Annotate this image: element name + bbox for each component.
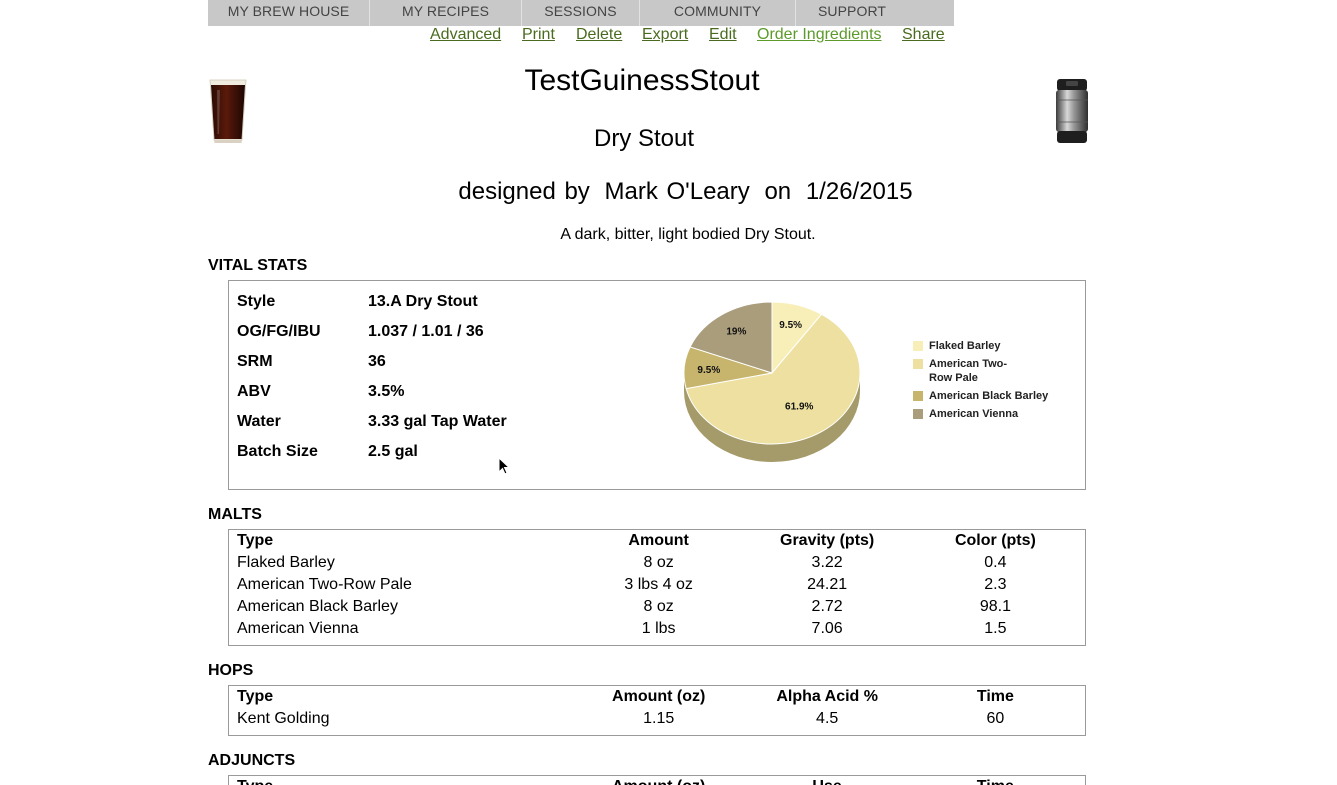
hops-heading: HOPS bbox=[208, 662, 254, 679]
hops-panel: Type Amount (oz) Alpha Acid % Time Kent … bbox=[228, 685, 1086, 736]
cell-type: Flaked Barley bbox=[237, 554, 335, 571]
design-date: 1/26/2015 bbox=[805, 178, 913, 205]
edit-link[interactable]: Edit bbox=[709, 26, 737, 44]
col-header-amount: Amount (oz) bbox=[612, 688, 706, 705]
table-header-row: Type Amount Gravity (pts) Color (pts) bbox=[237, 530, 1079, 552]
vital-stats-heading: VITAL STATS bbox=[208, 257, 308, 274]
cell-type: American Black Barley bbox=[237, 598, 398, 615]
pie-slice-label: 19% bbox=[726, 327, 746, 338]
stat-value: 3.5% bbox=[368, 383, 405, 400]
cell-gravity: 7.06 bbox=[811, 620, 843, 637]
cell-gravity: 3.22 bbox=[811, 554, 843, 571]
export-link[interactable]: Export bbox=[642, 26, 688, 44]
col-header-time: Time bbox=[976, 688, 1014, 705]
stat-value: 36 bbox=[368, 353, 386, 370]
pie-slice-label: 9.5% bbox=[697, 365, 720, 376]
recipe-actions: Advanced Print Delete Export Edit Order … bbox=[0, 26, 1337, 46]
cell-gravity: 2.72 bbox=[811, 598, 843, 615]
cell-alpha-acid: 4.5 bbox=[816, 710, 839, 727]
cell-amount: 8 oz bbox=[643, 598, 674, 615]
col-header-use: Use bbox=[743, 776, 912, 785]
col-header-amount: Amount (oz) bbox=[575, 776, 743, 785]
legend-swatch bbox=[913, 409, 923, 419]
col-header-type: Type bbox=[237, 776, 575, 785]
table-row: American Black Barley 8 oz 2.72 98.1 bbox=[237, 596, 1079, 618]
designed-by-line: designed by Mark O'Leary on 1/26/2015 bbox=[0, 178, 1337, 206]
cell-color: 1.5 bbox=[984, 620, 1007, 637]
table-row: Flaked Barley 8 oz 3.22 0.4 bbox=[237, 552, 1079, 574]
cell-color: 2.3 bbox=[984, 576, 1007, 593]
table-header-row: Type Amount (oz) Use Time bbox=[237, 776, 1079, 785]
stat-label: SRM bbox=[237, 353, 273, 370]
stat-label: Batch Size bbox=[237, 443, 318, 460]
recipe-style: Dry Stout bbox=[593, 125, 695, 152]
legend-label: American Two-Row Pale bbox=[929, 358, 1008, 384]
stat-label: OG/FG/IBU bbox=[237, 323, 321, 340]
col-header-type: Type bbox=[237, 688, 274, 705]
grain-bill-pie-chart: 9.5% 61.9% 9.5% 19% bbox=[683, 301, 861, 462]
nav-support[interactable]: SUPPORT bbox=[796, 0, 908, 26]
col-header-alpha-acid: Alpha Acid % bbox=[776, 688, 878, 705]
cell-amount: 1.15 bbox=[643, 710, 675, 727]
delete-link[interactable]: Delete bbox=[576, 26, 622, 44]
legend-swatch bbox=[913, 391, 923, 401]
mouse-cursor-icon bbox=[498, 457, 510, 475]
cell-gravity: 24.21 bbox=[807, 576, 848, 593]
share-link[interactable]: Share bbox=[902, 26, 945, 44]
stat-value: 2.5 gal bbox=[368, 443, 418, 460]
malts-heading: MALTS bbox=[208, 506, 262, 523]
cell-amount: 3 lbs 4 oz bbox=[624, 576, 693, 593]
table-row: American Two-Row Pale 3 lbs 4 oz 24.21 2… bbox=[237, 574, 1079, 596]
pie-slice-label: 61.9% bbox=[785, 401, 813, 412]
legend-swatch bbox=[913, 359, 923, 369]
top-nav: MY BREW HOUSE MY RECIPES SESSIONS COMMUN… bbox=[208, 0, 954, 26]
advanced-link[interactable]: Advanced bbox=[430, 26, 501, 44]
pie-slice-label: 9.5% bbox=[779, 320, 802, 331]
stat-label: ABV bbox=[237, 383, 271, 400]
cell-type: American Vienna bbox=[237, 620, 359, 637]
stat-value: 1.037 / 1.01 / 36 bbox=[368, 323, 484, 340]
col-header-color: Color (pts) bbox=[954, 532, 1036, 549]
legend-label: American Vienna bbox=[929, 408, 1019, 420]
recipe-title: TestGuinessStout bbox=[524, 64, 760, 97]
author-name[interactable]: Mark O'Leary bbox=[604, 178, 749, 205]
table-header-row: Type Amount (oz) Alpha Acid % Time bbox=[237, 686, 1079, 708]
nav-my-brew-house[interactable]: MY BREW HOUSE bbox=[208, 0, 370, 26]
nav-community[interactable]: COMMUNITY bbox=[640, 0, 796, 26]
malts-table: Type Amount Gravity (pts) Color (pts) Fl… bbox=[237, 530, 1079, 640]
hops-table: Type Amount (oz) Alpha Acid % Time Kent … bbox=[237, 686, 1079, 730]
table-row: Kent Golding 1.15 4.5 60 bbox=[237, 708, 1079, 730]
col-header-time: Time bbox=[912, 776, 1079, 785]
stat-label: Water bbox=[237, 413, 281, 430]
stat-label: Style bbox=[237, 293, 276, 310]
adjuncts-panel: Type Amount (oz) Use Time bbox=[228, 775, 1086, 785]
vital-stats-panel: Style 13.A Dry Stout OG/FG/IBU 1.037 / 1… bbox=[228, 280, 1086, 490]
cell-time: 60 bbox=[986, 710, 1005, 727]
order-ingredients-link[interactable]: Order Ingredients bbox=[757, 26, 882, 44]
malts-panel: Type Amount Gravity (pts) Color (pts) Fl… bbox=[228, 529, 1086, 646]
cell-type: American Two-Row Pale bbox=[237, 576, 412, 593]
cell-type: Kent Golding bbox=[237, 710, 330, 727]
col-header-amount: Amount bbox=[628, 532, 689, 549]
cell-amount: 1 lbs bbox=[641, 620, 676, 637]
designed-by-prefix: designed by bbox=[458, 178, 590, 205]
cell-color: 98.1 bbox=[979, 598, 1011, 615]
col-header-gravity: Gravity (pts) bbox=[780, 532, 875, 549]
cell-amount: 8 oz bbox=[643, 554, 674, 571]
stat-value: 13.A Dry Stout bbox=[368, 293, 478, 310]
recipe-description: A dark, bitter, light bodied Dry Stout. bbox=[560, 226, 816, 243]
print-link[interactable]: Print bbox=[522, 26, 555, 44]
stat-value: 3.33 gal Tap Water bbox=[368, 413, 507, 430]
legend-label: Flaked Barley bbox=[929, 340, 1001, 352]
col-header-type: Type bbox=[237, 532, 274, 549]
adjuncts-heading: ADJUNCTS bbox=[208, 752, 296, 769]
nav-my-recipes[interactable]: MY RECIPES bbox=[370, 0, 522, 26]
adjuncts-table: Type Amount (oz) Use Time bbox=[237, 776, 1079, 785]
table-row: American Vienna 1 lbs 7.06 1.5 bbox=[237, 618, 1079, 640]
legend-swatch bbox=[913, 341, 923, 351]
designed-on: on bbox=[764, 178, 792, 205]
cell-color: 0.4 bbox=[984, 554, 1007, 571]
legend-label: American Black Barley bbox=[929, 390, 1049, 402]
nav-sessions[interactable]: SESSIONS bbox=[522, 0, 640, 26]
